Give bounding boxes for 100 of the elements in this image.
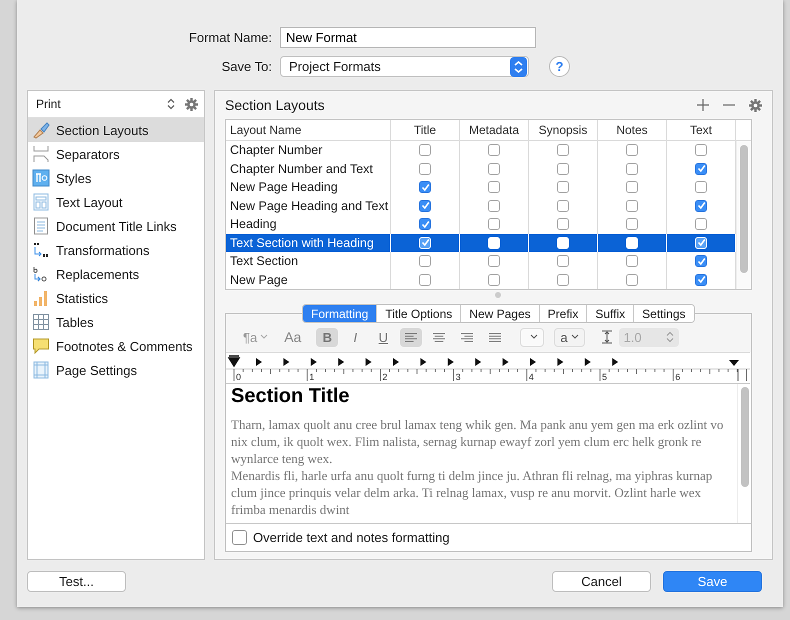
table-row[interactable]: Text Section xyxy=(226,252,736,270)
layout-name-cell: New Page Heading and Text xyxy=(226,196,391,215)
sidebar-item[interactable]: Replacements xyxy=(28,262,204,286)
sidebar-item[interactable]: Section Layouts xyxy=(28,118,204,142)
underline-button[interactable]: U xyxy=(372,328,394,346)
column-header[interactable]: Synopsis xyxy=(529,120,598,140)
settings-icon[interactable] xyxy=(749,98,762,112)
save-to-label: Save To: xyxy=(220,59,272,74)
checkbox[interactable] xyxy=(488,255,500,268)
settings-icon[interactable] xyxy=(185,98,198,110)
checkbox[interactable] xyxy=(488,200,500,212)
column-header[interactable]: Layout Name xyxy=(226,120,391,140)
checkbox[interactable] xyxy=(557,274,569,286)
bar-chart-icon xyxy=(32,289,50,307)
caret-icon xyxy=(570,334,579,340)
checkbox[interactable] xyxy=(557,181,569,194)
table-row[interactable]: New Page Heading and Text xyxy=(226,196,736,215)
sidebar-item[interactable]: Page Settings xyxy=(28,358,204,382)
table-row[interactable]: New Page xyxy=(226,270,736,289)
checkbox[interactable] xyxy=(626,162,638,175)
split-handle[interactable] xyxy=(495,292,501,298)
column-header[interactable]: Metadata xyxy=(460,120,529,140)
caret-icon xyxy=(530,334,538,340)
checkbox[interactable] xyxy=(695,255,707,268)
checkbox[interactable] xyxy=(626,218,638,230)
checkbox[interactable] xyxy=(626,255,638,268)
checkbox[interactable] xyxy=(557,200,569,212)
checkbox[interactable] xyxy=(419,274,431,286)
justify-icon xyxy=(489,332,502,342)
add-icon[interactable] xyxy=(697,99,709,111)
test-button[interactable]: Test... xyxy=(27,571,126,592)
sidebar-item[interactable]: Separators xyxy=(28,142,204,166)
layout-name-cell: New Page xyxy=(226,270,391,289)
checkbox[interactable] xyxy=(695,162,707,175)
checkbox[interactable] xyxy=(488,162,500,175)
scroll-thumb[interactable] xyxy=(740,145,748,273)
tab[interactable]: Formatting xyxy=(303,305,378,322)
checkbox[interactable] xyxy=(488,274,500,286)
column-header[interactable]: Text xyxy=(667,120,736,140)
italic-button[interactable]: I xyxy=(344,328,366,346)
checkbox[interactable] xyxy=(488,144,500,156)
cancel-button[interactable]: Cancel xyxy=(552,571,651,592)
comment-icon xyxy=(32,337,50,355)
help-button[interactable]: ? xyxy=(549,56,570,77)
quote-arrow-icon xyxy=(32,241,50,259)
save-button[interactable]: Save xyxy=(663,571,762,592)
table-icon xyxy=(32,313,50,331)
checkbox[interactable] xyxy=(695,181,707,194)
checkbox[interactable] xyxy=(626,274,638,286)
checkbox[interactable] xyxy=(488,181,500,194)
line-spacing-icon xyxy=(600,330,613,344)
checkbox[interactable] xyxy=(626,200,638,212)
override-label: Override text and notes formatting xyxy=(253,530,450,545)
page-icon xyxy=(32,361,50,379)
override-checkbox[interactable] xyxy=(232,530,247,545)
table-row[interactable]: Chapter Number xyxy=(226,141,736,160)
align-left-icon xyxy=(405,332,418,342)
font-size-popup[interactable] xyxy=(520,328,544,346)
sidebar-item[interactable]: Statistics xyxy=(28,286,204,310)
checkbox[interactable] xyxy=(557,162,569,175)
checkbox[interactable] xyxy=(626,144,638,156)
column-header[interactable]: Title xyxy=(391,120,460,140)
layout-icon xyxy=(32,193,50,211)
checkbox[interactable] xyxy=(695,274,707,286)
section-title: Section Layouts xyxy=(225,97,326,113)
stepper-icon[interactable] xyxy=(167,98,175,110)
checkbox[interactable] xyxy=(557,218,569,230)
sidebar-item[interactable]: Footnotes & Comments xyxy=(28,334,204,358)
checkbox[interactable] xyxy=(419,255,431,268)
checkbox[interactable] xyxy=(557,255,569,268)
save-to-popup[interactable]: Project Formats xyxy=(280,56,529,77)
column-header[interactable]: Notes xyxy=(598,120,667,140)
sidebar-item[interactable]: Transformations xyxy=(28,238,204,262)
sidebar-item[interactable]: Document Title Links xyxy=(28,214,204,238)
sidebar-item[interactable]: Tables xyxy=(28,310,204,334)
case-popup[interactable]: a xyxy=(554,328,585,346)
preview-paragraph: Tharn, lamax quolt anu cree brul lamax teng whik gen. Ma pank anu yem gen ma erk ozlint vo nix clum, ik quolt wex. Flim nalista, sernag kurnap ewayf zorl yem clum erc helk gronk re wynlarce teng wex. xyxy=(231,416,724,467)
align-right-icon xyxy=(461,332,474,342)
checkbox[interactable] xyxy=(695,200,707,212)
checkbox[interactable] xyxy=(557,144,569,156)
checkbox[interactable] xyxy=(419,218,431,230)
format-name-field[interactable]: New Format xyxy=(280,27,536,48)
format-type-selector[interactable]: Print xyxy=(36,97,157,111)
checkbox[interactable] xyxy=(419,144,431,156)
stepper-icon xyxy=(510,56,527,76)
checkbox[interactable] xyxy=(626,181,638,194)
checkbox[interactable] xyxy=(695,218,707,230)
checkbox[interactable] xyxy=(488,218,500,230)
layout-name-cell: Chapter Number xyxy=(226,141,391,160)
table-row[interactable]: Chapter Number and Text xyxy=(226,160,736,178)
checkbox[interactable] xyxy=(419,162,431,175)
ruler[interactable]: 0 1 2 3 4 5 6 xyxy=(226,352,750,384)
scroll-thumb[interactable] xyxy=(741,387,749,487)
checkbox[interactable] xyxy=(419,181,431,194)
table-row[interactable]: New Page Heading xyxy=(226,178,736,196)
checkbox[interactable] xyxy=(695,144,707,156)
sidebar-item[interactable]: Styles xyxy=(28,166,204,190)
sidebar-item[interactable]: Text Layout xyxy=(28,190,204,214)
align-left-button[interactable] xyxy=(400,328,422,346)
checkbox[interactable] xyxy=(419,200,431,212)
